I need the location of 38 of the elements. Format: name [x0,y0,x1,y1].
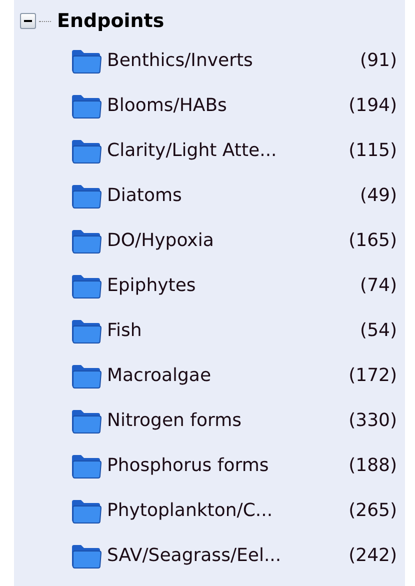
collapse-toggle[interactable] [20,13,36,29]
tree-item[interactable]: Clarity/Light Atte... [107,137,277,164]
item-count: (242) [348,544,397,568]
tree-item[interactable]: Blooms/HABs [107,92,227,119]
folder-icon [70,362,102,388]
tree-item[interactable]: Epiphytes [107,272,196,299]
item-count: (74) [360,274,397,298]
tree-item[interactable]: DO/Hypoxia [107,227,214,254]
folder-icon [70,318,102,344]
folder-icon [70,92,102,118]
tree-item[interactable]: Phosphorus forms [107,452,269,479]
folder-icon [70,542,102,568]
item-count: (115) [348,139,397,163]
item-count: (54) [360,319,397,343]
item-count: (330) [348,409,397,433]
folder-icon [70,48,102,74]
tree-item[interactable]: Phytoplankton/C... [107,497,273,524]
tree-item[interactable]: Diatoms [107,182,182,209]
folder-icon [70,182,102,208]
tree-item[interactable]: Nitrogen forms [107,407,242,434]
item-count: (49) [360,184,397,208]
item-count: (165) [348,229,397,253]
folder-icon [70,228,102,254]
folder-icon [70,272,102,298]
item-count: (265) [348,499,397,523]
tree-item[interactable]: Macroalgae [107,362,212,389]
folder-icon [70,408,102,434]
tree-item[interactable]: Benthics/Inverts [107,47,253,74]
item-count: (188) [348,454,397,478]
item-count: (194) [348,94,397,118]
item-count: (91) [360,49,397,73]
item-count: (172) [348,364,397,388]
tree-item[interactable]: SAV/Seagrass/Eel... [107,542,282,569]
folder-icon [70,138,102,164]
tree-item[interactable]: Fish [107,317,142,344]
folder-icon [70,452,102,478]
tree-node-label[interactable]: Endpoints [57,6,164,36]
folder-icon [70,498,102,524]
